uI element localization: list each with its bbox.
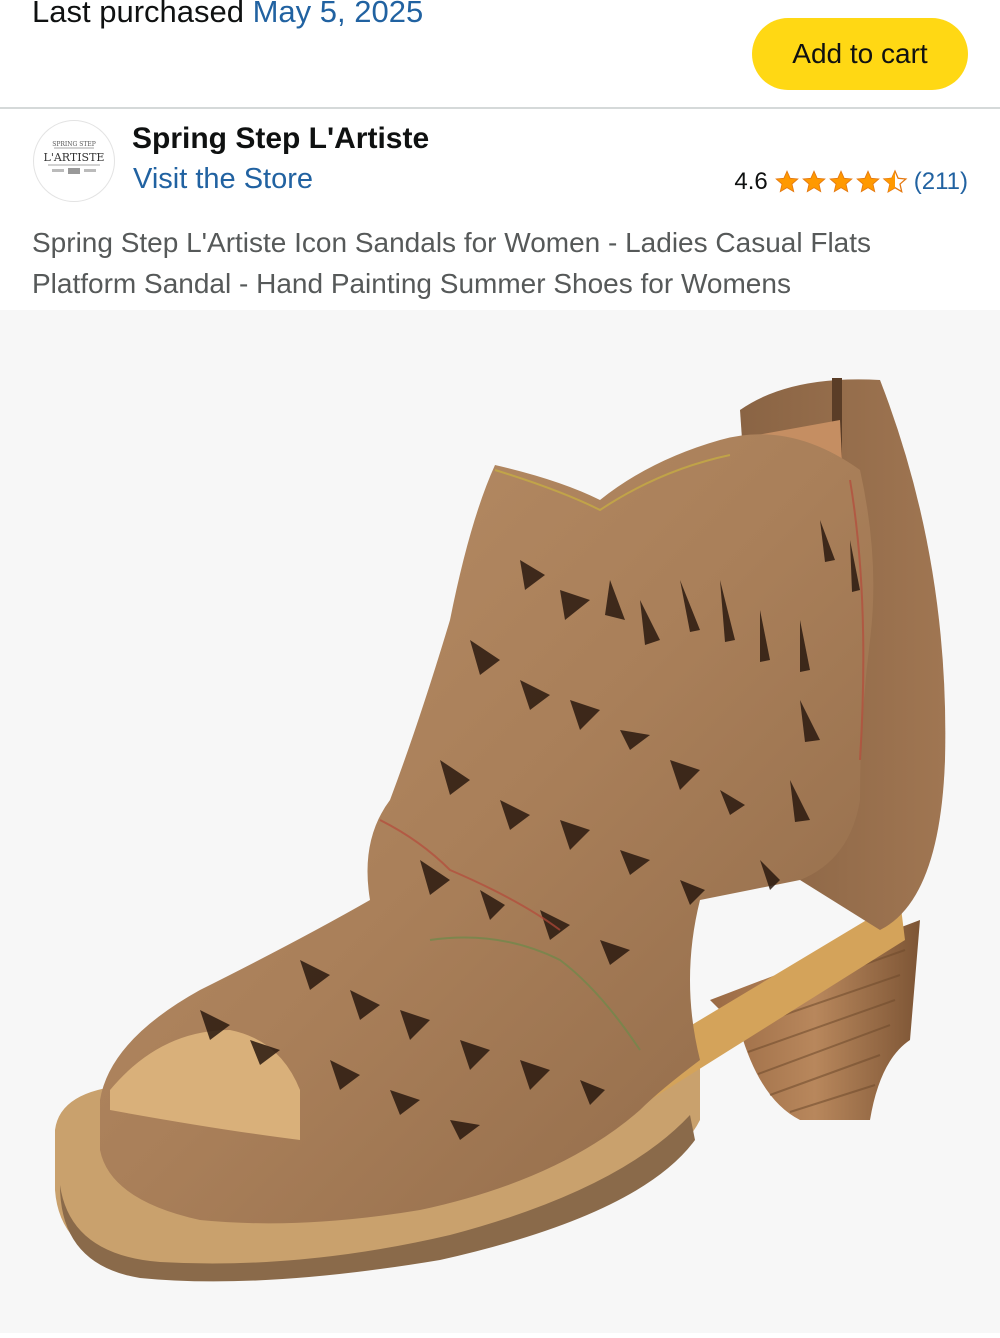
star-full-icon [828,170,853,193]
star-rating [774,169,908,195]
rating-value: 4.6 [734,168,768,195]
star-half-icon [882,169,908,193]
visit-store-link[interactable]: Visit the Store [133,163,313,196]
rating-count[interactable]: (211) [914,168,968,196]
star-full-icon [855,170,880,193]
product-title: Spring Step L'Artiste Icon Sandals for W… [32,227,872,299]
product-image[interactable] [0,310,1000,1333]
last-purchased-text: Last purchased May 5, 2025 [32,0,423,32]
brand-logo-image: SPRING STEP L'ARTISTE [44,141,105,174]
top-bar: Last purchased May 5, 2025 Add to cart [0,0,1000,108]
divider [0,107,1000,109]
brand-name[interactable]: Spring Step L'Artiste [132,122,429,156]
brand-row: SPRING STEP L'ARTISTE Spring Step L'Arti… [0,110,1000,210]
brand-logo[interactable]: SPRING STEP L'ARTISTE [33,120,115,202]
logo-text-main: L'ARTISTE [44,151,105,164]
star-full-icon [774,170,799,193]
add-to-cart-button[interactable]: Add to cart [752,18,968,90]
star-full-icon [801,170,826,193]
last-purchased-label: Last purchased [32,0,244,29]
sandal-image [55,378,946,1282]
logo-text-top: SPRING STEP [52,141,96,148]
last-purchased-date[interactable]: May 5, 2025 [253,0,424,29]
rating-summary[interactable]: 4.6 (211) [734,168,968,196]
